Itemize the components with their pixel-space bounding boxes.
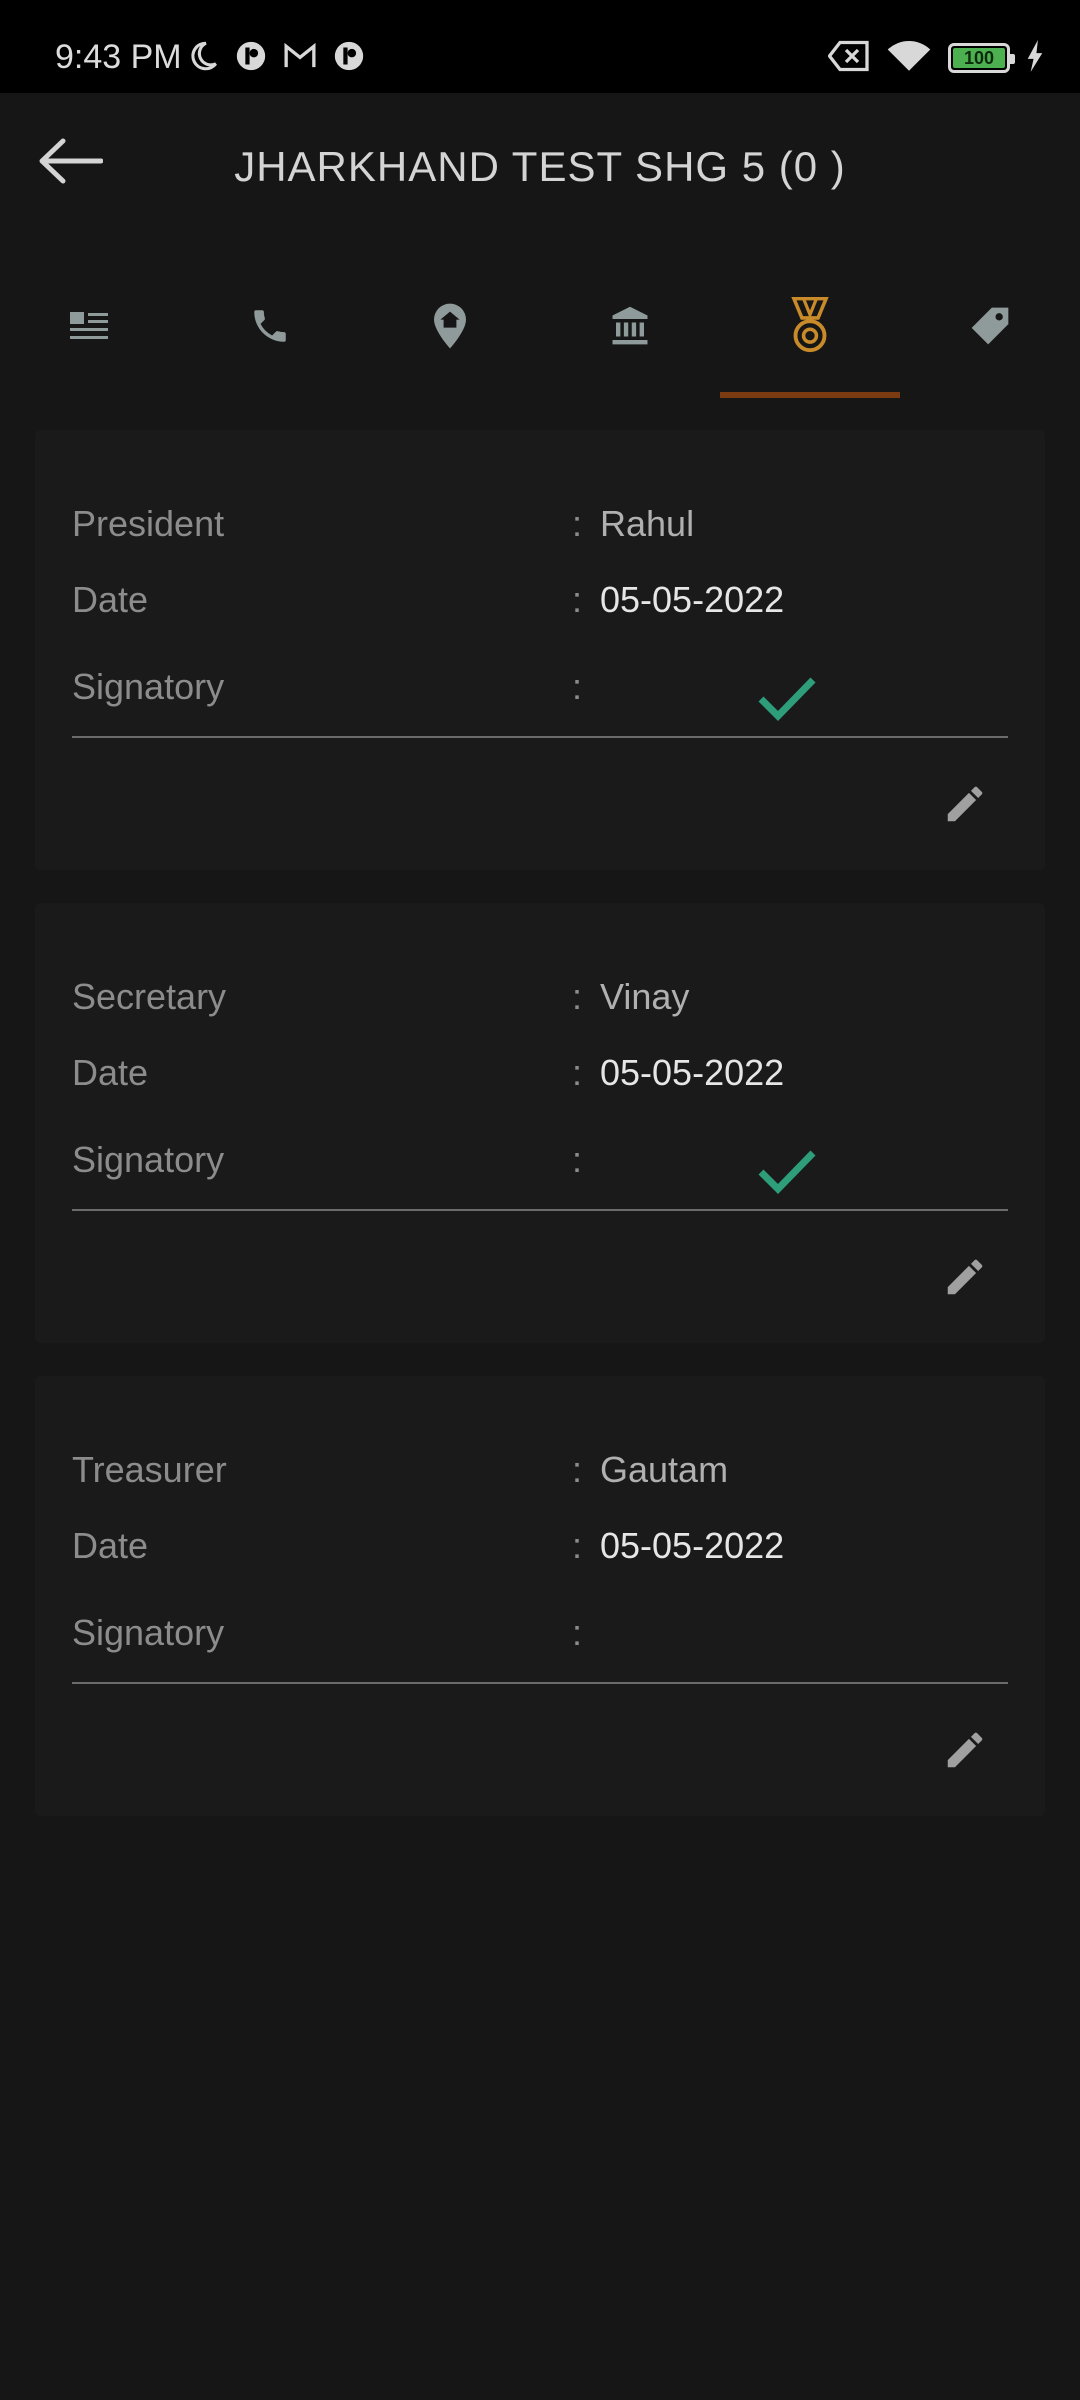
signature-line	[72, 736, 1008, 738]
separator: :	[572, 1139, 583, 1180]
separator: :	[572, 1449, 583, 1490]
separator: :	[572, 1612, 583, 1653]
tab-tag[interactable]	[900, 258, 1080, 398]
separator: :	[572, 1525, 583, 1566]
phone-icon	[249, 305, 291, 352]
date-row: Date : 05-05-2022	[72, 1517, 1012, 1577]
app-notification-icon	[234, 39, 268, 78]
signatory-label: Signatory	[72, 1139, 225, 1180]
signatory-row: Signatory :	[72, 1604, 1012, 1664]
date-value: 05-05-2022	[600, 579, 785, 620]
separator: :	[572, 503, 583, 544]
tab-indicator	[720, 392, 900, 398]
edit-button[interactable]	[935, 1249, 995, 1309]
tab-location[interactable]	[360, 258, 540, 398]
separator: :	[572, 666, 583, 707]
date-row: Date : 05-05-2022	[72, 1044, 1012, 1104]
edit-button[interactable]	[935, 1722, 995, 1782]
role-label: President	[72, 503, 225, 544]
date-row: Date : 05-05-2022	[72, 571, 1012, 631]
medal-icon	[789, 296, 831, 360]
pencil-icon	[942, 1727, 988, 1778]
separator: :	[572, 1052, 583, 1093]
signatory-label: Signatory	[72, 1612, 225, 1653]
office-bearer-card-secretary: Secretary : Vinay Date : 05-05-2022 Sign…	[35, 903, 1045, 1343]
office-bearer-card-treasurer: Treasurer : Gautam Date : 05-05-2022 Sig…	[35, 1376, 1045, 1816]
charging-icon	[1026, 39, 1044, 77]
details-icon	[68, 308, 112, 349]
signatory-row: Signatory :	[72, 658, 1012, 718]
check-icon	[757, 1148, 817, 1199]
date-value: 05-05-2022	[600, 1525, 785, 1566]
status-right-icons: 100	[827, 38, 1044, 79]
date-value: 05-05-2022	[600, 1052, 785, 1093]
gmail-icon	[282, 39, 318, 78]
bank-icon	[608, 305, 652, 352]
tab-details[interactable]	[0, 258, 180, 398]
tab-medal[interactable]	[720, 258, 900, 398]
date-label: Date	[72, 1525, 149, 1566]
signature-line	[72, 1209, 1008, 1211]
check-icon	[757, 675, 817, 726]
location-icon	[430, 302, 470, 355]
signatory-label: Signatory	[72, 666, 225, 707]
edit-button[interactable]	[935, 776, 995, 836]
date-label: Date	[72, 579, 149, 620]
role-row: Treasurer : Gautam	[72, 1441, 1012, 1501]
tab-bank[interactable]	[540, 258, 720, 398]
pencil-icon	[942, 781, 988, 832]
role-row: Secretary : Vinay	[72, 968, 1012, 1028]
office-bearer-card-president: President : Rahul Date : 05-05-2022 Sign…	[35, 430, 1045, 870]
wifi-icon	[886, 38, 932, 79]
tab-bar	[0, 258, 1080, 398]
app-bar: JHARKHAND TEST SHG 5 (0 )	[0, 93, 1080, 248]
signature-line	[72, 1682, 1008, 1684]
app-notification-icon	[332, 39, 366, 78]
tag-icon	[968, 304, 1012, 353]
role-name-value: Vinay	[600, 976, 690, 1017]
role-row: President : Rahul	[72, 495, 1012, 555]
battery-level: 100	[963, 47, 995, 68]
page-title: JHARKHAND TEST SHG 5 (0 )	[234, 143, 846, 190]
role-label: Treasurer	[72, 1449, 227, 1490]
pencil-icon	[942, 1254, 988, 1305]
separator: :	[572, 579, 583, 620]
battery-icon: 100	[948, 43, 1015, 73]
separator: :	[572, 976, 583, 1017]
signatory-row: Signatory :	[72, 1131, 1012, 1191]
role-label: Secretary	[72, 976, 227, 1017]
status-left-icons	[186, 38, 366, 78]
role-name-value: Rahul	[600, 503, 695, 544]
sim-off-icon	[827, 39, 870, 78]
tab-phone[interactable]	[180, 258, 360, 398]
status-bar: 9:43 PM 100	[0, 0, 1080, 93]
status-time: 9:43 PM	[55, 38, 182, 76]
date-label: Date	[72, 1052, 149, 1093]
moon-icon	[186, 39, 220, 78]
role-name-value: Gautam	[600, 1449, 729, 1490]
